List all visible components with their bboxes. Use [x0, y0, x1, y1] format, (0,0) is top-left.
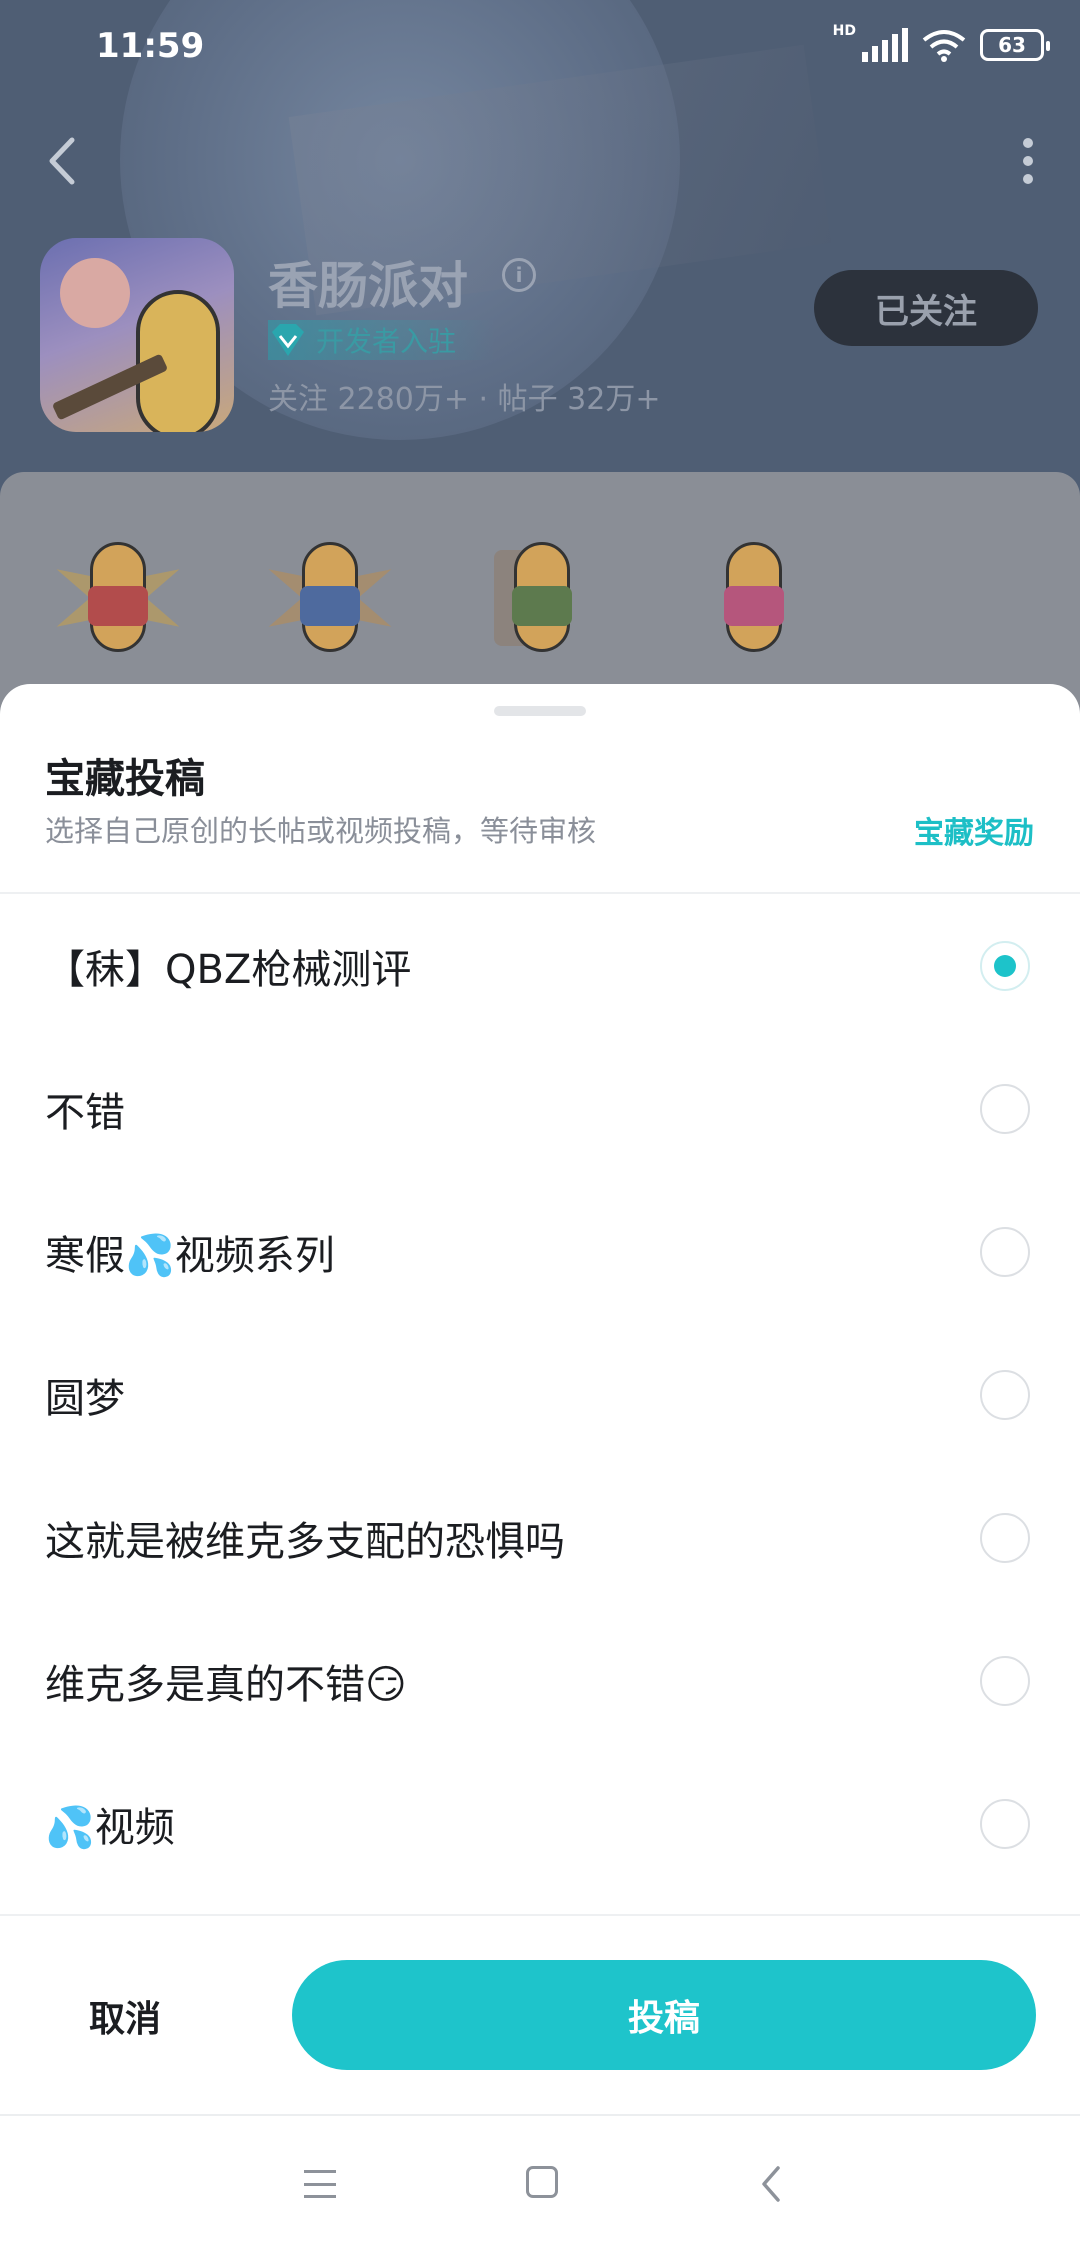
back-icon[interactable]: [756, 2164, 786, 2204]
post-title: 寒假💦视频系列: [45, 1232, 335, 1279]
background-page: 11:59 HD 63 香肠派对 i 开发者入驻 关注 2280万+ · 帖子 …: [0, 0, 1080, 760]
network-type: HD: [832, 23, 856, 39]
menu-icon[interactable]: [304, 2170, 336, 2198]
sheet-subtitle: 选择自己原创的长帖或视频投稿，等待审核: [45, 814, 597, 848]
post-option[interactable]: 圆梦: [0, 1323, 1080, 1466]
game-title: 香肠派对: [268, 257, 468, 315]
radio-button[interactable]: [980, 1512, 1030, 1563]
radio-button[interactable]: [980, 1083, 1030, 1134]
post-title: 【秣】QBZ枪械测评: [45, 946, 412, 993]
drag-handle[interactable]: [494, 706, 586, 716]
post-title: 💦视频: [45, 1804, 175, 1851]
radio-button[interactable]: [980, 1798, 1030, 1849]
submission-sheet: 宝藏投稿 选择自己原创的长帖或视频投稿，等待审核 宝藏奖励 【秣】QBZ枪械测评…: [0, 684, 1080, 2114]
home-icon[interactable]: [526, 2166, 558, 2198]
submit-button[interactable]: 投稿: [292, 1960, 1036, 2070]
cancel-button[interactable]: 取消: [40, 1962, 210, 2070]
post-title: 圆梦: [45, 1375, 125, 1422]
post-option[interactable]: 不错: [0, 1037, 1080, 1180]
signal-icon: [862, 28, 908, 62]
status-bar: 11:59 HD 63: [0, 0, 1080, 96]
radio-button[interactable]: [980, 1369, 1030, 1420]
follower-stats: 关注 2280万+ · 帖子 32万+: [268, 382, 661, 417]
reward-link[interactable]: 宝藏奖励: [914, 808, 1034, 852]
post-option[interactable]: 维克多是真的不错😏: [0, 1609, 1080, 1752]
back-arrow-icon[interactable]: [42, 136, 82, 186]
post-option[interactable]: 寒假💦视频系列: [0, 1180, 1080, 1323]
post-title: 不错: [45, 1089, 125, 1136]
radio-button[interactable]: [980, 1226, 1030, 1277]
status-time: 11:59: [96, 26, 205, 66]
post-option[interactable]: 这就是被维克多支配的恐惧吗: [0, 1466, 1080, 1609]
diamond-icon: [272, 324, 304, 356]
battery-level: 63: [998, 33, 1026, 57]
post-option[interactable]: 【秣】QBZ枪械测评: [0, 894, 1080, 1037]
follow-button[interactable]: 已关注: [814, 270, 1038, 346]
status-icons: HD 63: [833, 23, 1050, 62]
post-title: 这就是被维克多支配的恐惧吗: [45, 1518, 565, 1565]
sheet-title: 宝藏投稿: [45, 756, 205, 802]
info-icon[interactable]: i: [502, 258, 536, 292]
battery-icon: 63: [980, 29, 1050, 61]
system-nav-bar: [0, 2114, 1080, 2244]
more-options-icon[interactable]: [1018, 138, 1038, 184]
wifi-icon: [922, 30, 966, 62]
divider: [0, 1914, 1080, 1916]
post-option[interactable]: 💦视频: [0, 1752, 1080, 1895]
post-list: 【秣】QBZ枪械测评 不错 寒假💦视频系列 圆梦 这就是被维克多支配的恐惧吗 维…: [0, 894, 1080, 1895]
sticker-image: [50, 522, 190, 672]
developer-badge: 开发者入驻: [268, 320, 497, 360]
sticker-image: [262, 522, 402, 672]
game-app-icon: [40, 238, 234, 432]
radio-button[interactable]: [980, 1655, 1030, 1706]
post-title: 维克多是真的不错😏: [45, 1661, 407, 1708]
radio-button-selected[interactable]: [980, 940, 1030, 991]
sticker-image: [474, 522, 614, 672]
sticker-image: [686, 522, 826, 672]
developer-badge-label: 开发者入驻: [316, 325, 457, 358]
